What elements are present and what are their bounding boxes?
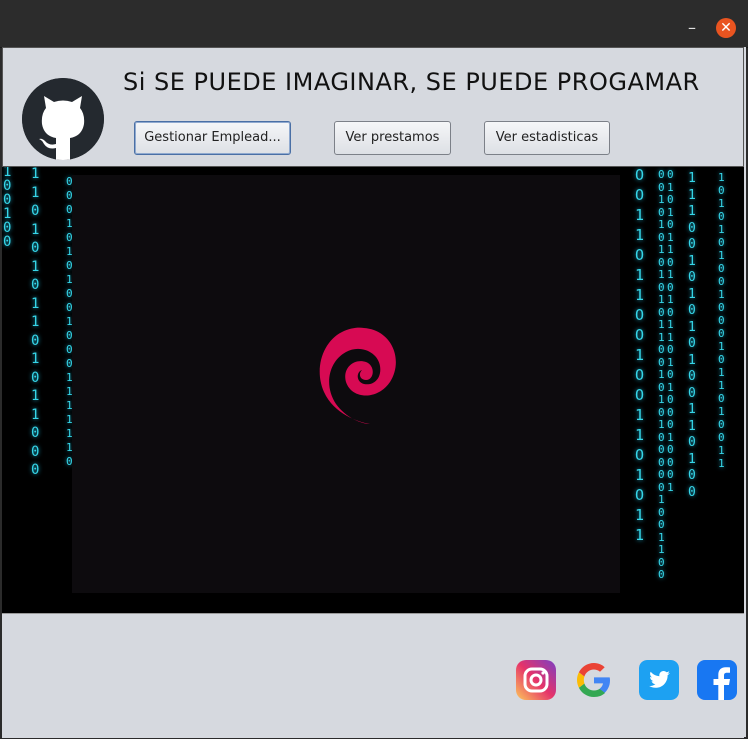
facebook-icon[interactable] bbox=[697, 660, 737, 700]
footer-panel bbox=[2, 613, 744, 738]
github-icon bbox=[22, 78, 104, 160]
page-title: Si SE PUEDE IMAGINAR, SE PUEDE PROGAMAR bbox=[123, 68, 700, 96]
matrix-column: 1 1 0 1 0 1 0 1 1 0 1 0 1 1 0 0 0 bbox=[31, 167, 40, 478]
matrix-background: 1 0 0 1 0 0 1 1 0 1 0 1 0 1 1 0 1 0 1 1 … bbox=[2, 167, 744, 613]
instagram-icon[interactable] bbox=[516, 660, 556, 700]
app-window: Si SE PUEDE IMAGINAR, SE PUEDE PROGAMAR … bbox=[2, 47, 746, 738]
debian-swirl-icon bbox=[319, 327, 396, 424]
google-icon[interactable] bbox=[574, 660, 614, 700]
view-loans-button[interactable]: Ver prestamos bbox=[334, 121, 451, 155]
matrix-column: 1 0 0 1 0 0 bbox=[3, 167, 12, 250]
twitter-icon[interactable] bbox=[639, 660, 679, 700]
window-titlebar: – ✕ bbox=[0, 0, 748, 48]
header-panel: Si SE PUEDE IMAGINAR, SE PUEDE PROGAMAR … bbox=[2, 47, 744, 167]
matrix-column: 0 0 1 0 1 0 1 0 1 0 1 0 1 1 0 0 1 0 1 0 … bbox=[658, 168, 665, 581]
debian-screen bbox=[72, 175, 620, 593]
matrix-column: O O 1 1 O 1 1 O O 1 O O 1 1 O 1 O 1 1 bbox=[635, 167, 645, 544]
minimize-button[interactable]: – bbox=[686, 18, 698, 38]
matrix-column: 0 1 0 1 0 1 1 0 1 0 1 0 1 1 0 1 0 1 0 0 … bbox=[667, 168, 674, 494]
matrix-column: 1 1 1 0 0 1 0 1 0 1 0 1 0 0 1 1 0 1 0 0 bbox=[688, 171, 696, 500]
manage-employees-button[interactable]: Gestionar Emplead... bbox=[134, 121, 291, 155]
view-stats-button[interactable]: Ver estadisticas bbox=[484, 121, 610, 155]
matrix-column: 1 0 1 0 1 0 1 0 0 1 0 0 0 1 0 1 1 0 1 0 … bbox=[718, 171, 725, 470]
close-button[interactable]: ✕ bbox=[716, 18, 736, 38]
